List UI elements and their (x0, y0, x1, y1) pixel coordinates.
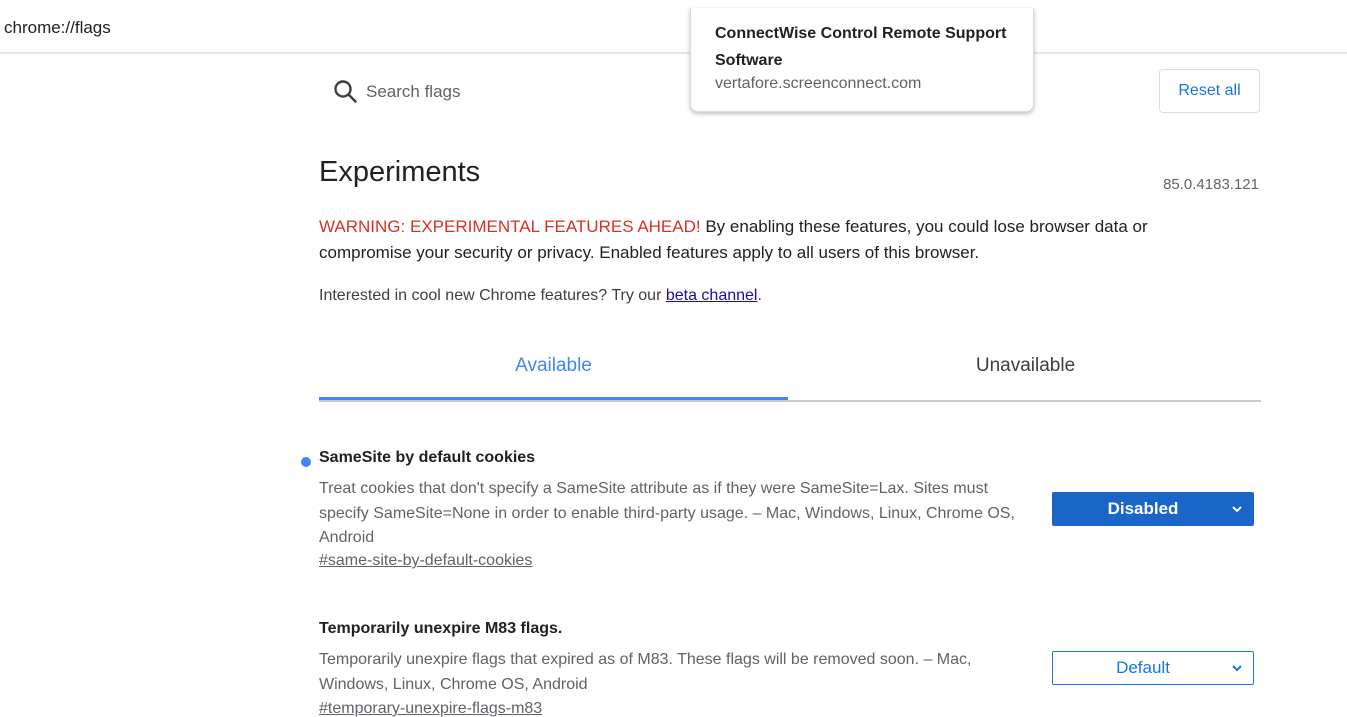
chevron-down-icon (1232, 506, 1242, 513)
select-value: Default (1116, 658, 1170, 677)
warning-message: WARNING: EXPERIMENTAL FEATURES AHEAD! By… (319, 214, 1239, 266)
beta-promo-text: Interested in cool new Chrome features? … (319, 287, 666, 304)
experiment-description: Treat cookies that don't specify a SameS… (319, 480, 1015, 546)
site-tooltip: ConnectWise Control Remote Support Softw… (690, 8, 1034, 112)
beta-promo-suffix: . (757, 287, 762, 304)
experiment-samesite: SameSite by default cookies Treat cookie… (301, 449, 1261, 579)
search-bar[interactable] (332, 78, 632, 108)
experiment-state-select[interactable]: Disabled (1052, 492, 1254, 526)
modified-indicator-dot (301, 457, 311, 467)
experiment-anchor-link[interactable]: #temporary-unexpire-flags-m83 (319, 700, 542, 717)
reset-all-button[interactable]: Reset all (1159, 69, 1260, 113)
tooltip-url: vertafore.screenconnect.com (715, 75, 922, 92)
search-icon[interactable] (332, 78, 360, 106)
select-value: Disabled (1107, 499, 1179, 518)
search-input[interactable] (366, 80, 616, 104)
beta-channel-link[interactable]: beta channel (666, 287, 758, 304)
address-url[interactable]: chrome://flags (4, 18, 111, 38)
flags-page: chrome://flags ConnectWise Control Remot… (0, 0, 1347, 717)
tooltip-title: ConnectWise Control Remote Support Softw… (715, 25, 1007, 69)
warning-strong: WARNING: EXPERIMENTAL FEATURES AHEAD! (319, 217, 701, 236)
experiment-name: Temporarily unexpire M83 flags. (319, 620, 563, 637)
address-bar[interactable]: chrome://flags (0, 0, 1347, 54)
chevron-down-icon (1232, 665, 1242, 672)
experiment-name: SameSite by default cookies (319, 449, 536, 466)
tab-unavailable[interactable]: Unavailable (790, 340, 1261, 400)
beta-promo: Interested in cool new Chrome features? … (319, 287, 762, 305)
version-label: 85.0.4183.121 (1163, 176, 1259, 193)
experiment-state-select[interactable]: Default (1052, 651, 1254, 685)
experiment-description: Temporarily unexpire flags that expired … (319, 651, 972, 693)
experiment-unexpire-m83: Temporarily unexpire M83 flags. Temporar… (319, 620, 1261, 717)
page-title: Experiments (319, 156, 481, 188)
tab-bar: Available Unavailable (319, 340, 1261, 402)
experiment-anchor-link[interactable]: #same-site-by-default-cookies (319, 552, 532, 570)
tab-available[interactable]: Available (319, 340, 788, 400)
